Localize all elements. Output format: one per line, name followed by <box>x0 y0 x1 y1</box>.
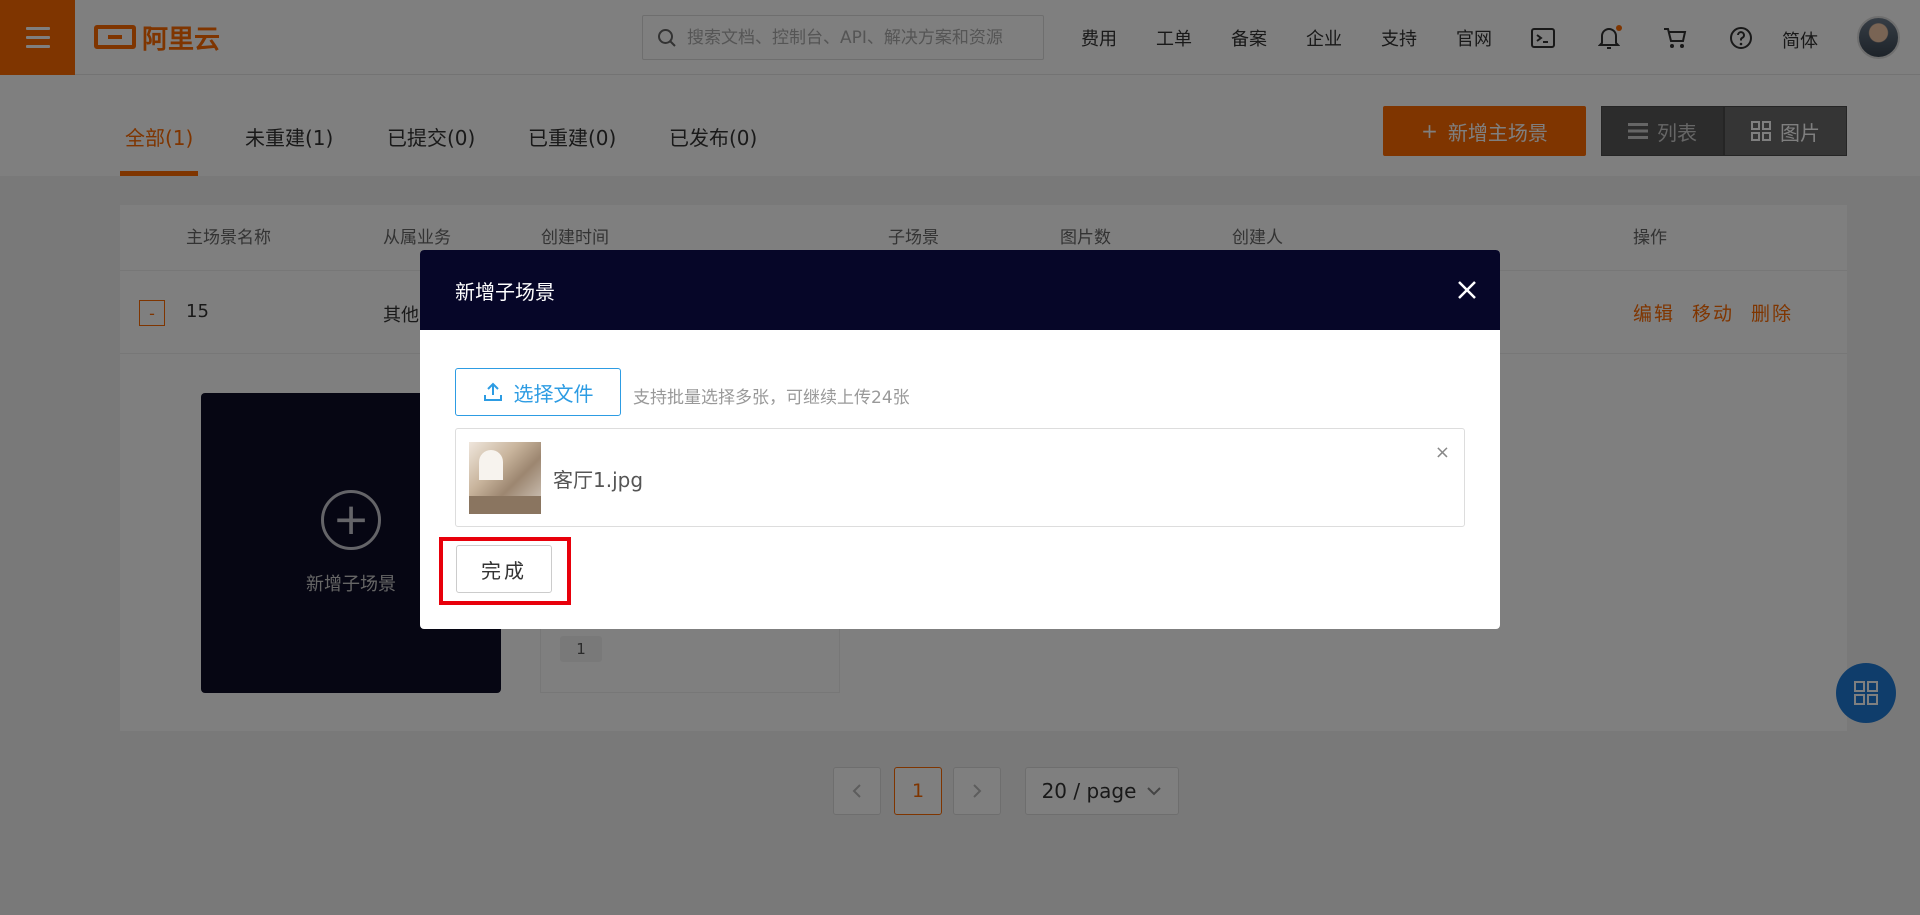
file-list: 客厅1.jpg × <box>455 428 1465 527</box>
file-thumbnail <box>469 442 541 514</box>
upload-icon <box>483 382 502 401</box>
close-icon[interactable] <box>1454 277 1480 303</box>
remove-file-icon[interactable]: × <box>1435 442 1450 463</box>
file-name: 客厅1.jpg <box>553 468 644 492</box>
choose-file-label: 选择文件 <box>513 381 594 406</box>
done-button[interactable]: 完成 <box>456 545 552 593</box>
upload-hint: 支持批量选择多张，可继续上传24张 <box>633 388 910 408</box>
add-sub-scene-dialog: 新增子场景 选择文件 支持批量选择多张，可继续上传24张 客厅1.jpg × 完… <box>420 250 1500 629</box>
choose-file-button[interactable]: 选择文件 <box>455 368 621 416</box>
dialog-title: 新增子场景 <box>455 279 555 304</box>
dialog-header: 新增子场景 <box>420 250 1500 330</box>
